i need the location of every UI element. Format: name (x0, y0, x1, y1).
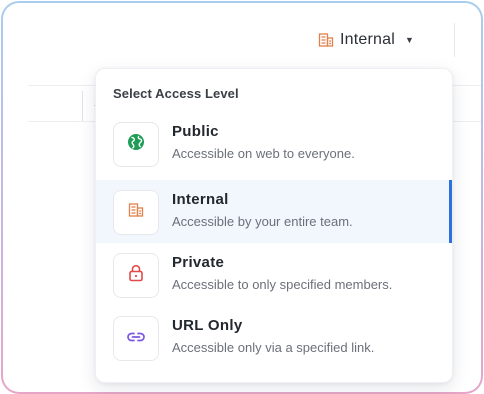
building-icon (318, 32, 334, 48)
access-level-dropdown-button[interactable]: Internal ▼ (318, 28, 414, 52)
menu-title: Select Access Level (113, 86, 239, 101)
building-icon (128, 202, 144, 223)
option-title: Private (172, 254, 225, 271)
divider (82, 91, 83, 121)
option-icon-box (113, 122, 159, 167)
option-url-only[interactable]: URL Only Accessible only via a specified… (96, 306, 452, 369)
option-title: Internal (172, 191, 229, 208)
globe-icon (127, 133, 145, 156)
option-description: Accessible only via a specified link. (172, 340, 375, 355)
option-icon-box (113, 253, 159, 298)
option-description: Accessible on web to everyone. (172, 146, 355, 161)
option-icon-box (113, 316, 159, 361)
access-level-label: Internal (340, 31, 395, 48)
option-internal[interactable]: Internal Accessible by your entire team. (96, 180, 452, 243)
option-description: Accessible by your entire team. (172, 214, 353, 229)
link-icon (126, 330, 146, 348)
access-level-menu: Select Access Level Public Accessible on… (95, 68, 453, 383)
divider (454, 23, 455, 57)
option-private[interactable]: Private Accessible to only specified mem… (96, 243, 452, 306)
option-public[interactable]: Public Accessible on web to everyone. (96, 112, 452, 175)
caret-down-icon: ▼ (404, 35, 414, 45)
option-icon-box (113, 190, 159, 235)
option-title: URL Only (172, 317, 243, 334)
option-description: Accessible to only specified members. (172, 277, 393, 292)
option-title: Public (172, 123, 219, 140)
lock-icon (128, 264, 144, 287)
